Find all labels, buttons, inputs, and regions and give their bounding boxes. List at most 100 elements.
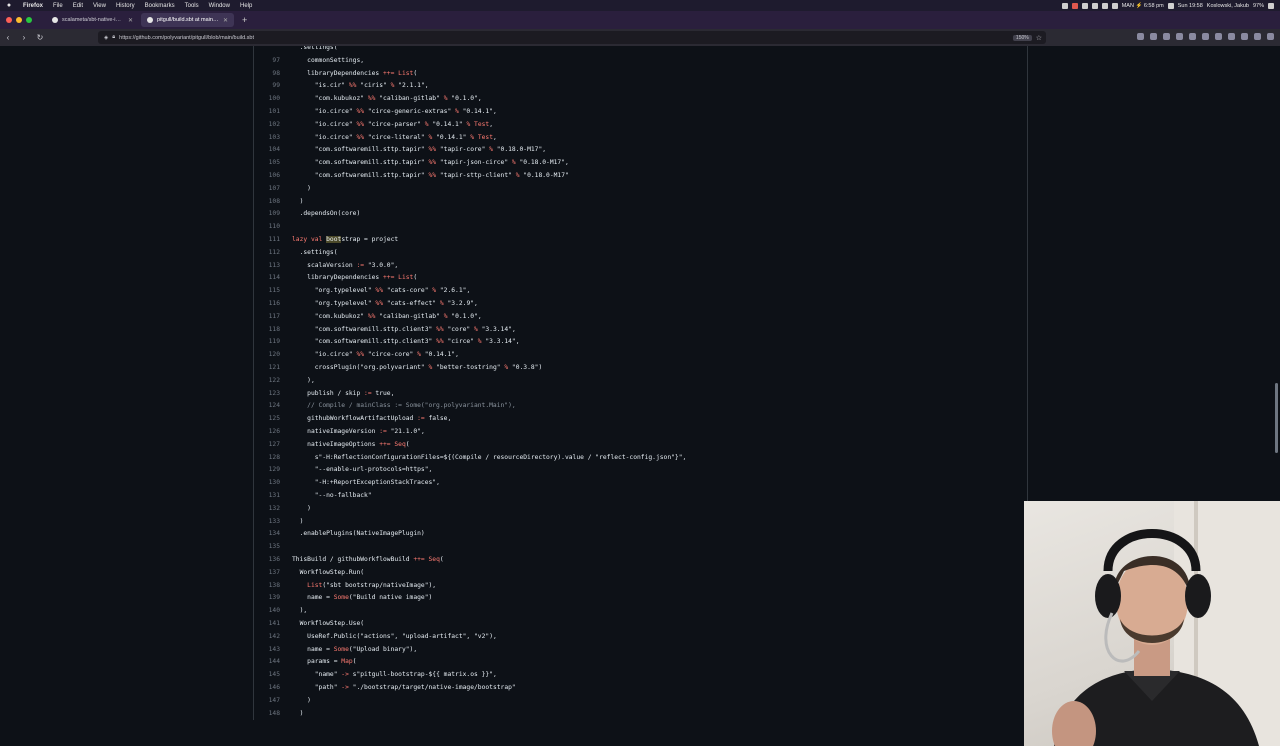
line-number[interactable]: 139 — [254, 592, 280, 605]
line-number[interactable]: 117 — [254, 311, 280, 324]
line-number[interactable]: 148 — [254, 708, 280, 720]
line-number[interactable]: 100 — [254, 93, 280, 106]
extension-icon[interactable] — [1163, 33, 1170, 40]
clock[interactable]: Sun 19:58 — [1178, 3, 1203, 9]
pocket-icon[interactable] — [1137, 33, 1144, 40]
bookmark-star-icon[interactable]: ☆ — [1036, 34, 1042, 42]
extension-icon[interactable] — [1228, 33, 1235, 40]
extension-icon[interactable] — [1215, 33, 1222, 40]
line-number[interactable]: 120 — [254, 349, 280, 362]
menu-window[interactable]: Window — [204, 3, 235, 9]
line-number[interactable]: 128 — [254, 452, 280, 465]
apple-icon[interactable]: ● — [0, 2, 18, 9]
line-number[interactable]: 101 — [254, 106, 280, 119]
menu-file[interactable]: File — [48, 3, 68, 9]
camera-status-icon[interactable] — [1061, 2, 1068, 9]
line-number[interactable]: 107 — [254, 183, 280, 196]
extension-icon[interactable] — [1189, 33, 1196, 40]
url-text[interactable]: https://github.com/polyvariant/pitgull/b… — [119, 35, 254, 41]
extension-icon[interactable] — [1254, 33, 1261, 40]
line-number[interactable]: 106 — [254, 170, 280, 183]
volume-status-icon[interactable] — [1101, 2, 1108, 9]
user-name[interactable]: Koslowski, Jakub — [1207, 3, 1249, 9]
line-number[interactable]: 121 — [254, 362, 280, 375]
line-number[interactable]: 118 — [254, 324, 280, 337]
line-number[interactable] — [254, 46, 280, 55]
line-number[interactable]: 138 — [254, 580, 280, 593]
cloud-status-icon[interactable] — [1081, 2, 1088, 9]
line-number[interactable]: 147 — [254, 695, 280, 708]
back-button[interactable]: ‹ — [0, 33, 16, 42]
line-number[interactable]: 103 — [254, 132, 280, 145]
line-number[interactable]: 111 — [254, 234, 280, 247]
page-scrollbar[interactable] — [1275, 383, 1278, 453]
line-number[interactable]: 146 — [254, 682, 280, 695]
line-number[interactable]: 114 — [254, 272, 280, 285]
menu-icon[interactable] — [1267, 33, 1274, 40]
menu-tools[interactable]: Tools — [180, 3, 204, 9]
menu-app[interactable]: Firefox — [18, 3, 48, 9]
line-number[interactable]: 124 — [254, 400, 280, 413]
minimize-window-icon[interactable] — [16, 17, 22, 23]
line-number[interactable]: 108 — [254, 196, 280, 209]
line-number[interactable]: 102 — [254, 119, 280, 132]
line-number[interactable]: 116 — [254, 298, 280, 311]
status-language[interactable]: MAN ⚡ 6:58 pm — [1122, 3, 1164, 9]
extension-icon[interactable] — [1176, 33, 1183, 40]
close-tab-icon[interactable]: ✕ — [223, 17, 228, 24]
line-number[interactable]: 105 — [254, 157, 280, 170]
close-tab-icon[interactable]: ✕ — [128, 17, 133, 24]
menu-edit[interactable]: Edit — [68, 3, 88, 9]
extension-icon[interactable] — [1241, 33, 1248, 40]
line-number[interactable]: 104 — [254, 144, 280, 157]
search-icon[interactable] — [1268, 2, 1274, 9]
line-number[interactable]: 133 — [254, 516, 280, 529]
line-number[interactable]: 136 — [254, 554, 280, 567]
line-number[interactable]: 134 — [254, 528, 280, 541]
line-number[interactable]: 99 — [254, 80, 280, 93]
bluetooth-status-icon[interactable] — [1091, 2, 1098, 9]
line-number[interactable]: 122 — [254, 375, 280, 388]
tab-pitgull-build[interactable]: pitgull/build.sbt at main · polyv... ✕ — [141, 13, 234, 27]
shield-icon[interactable]: ◈ — [104, 35, 108, 41]
record-status-icon[interactable] — [1071, 2, 1078, 9]
line-number[interactable]: 142 — [254, 631, 280, 644]
line-number[interactable]: 110 — [254, 221, 280, 234]
line-number[interactable]: 126 — [254, 426, 280, 439]
line-number[interactable]: 144 — [254, 656, 280, 669]
line-number[interactable]: 119 — [254, 336, 280, 349]
line-number[interactable]: 129 — [254, 464, 280, 477]
new-tab-button[interactable]: + — [236, 15, 253, 25]
tab-sbt-native-image[interactable]: scalameta/sbt-native-image: P... ✕ — [46, 13, 139, 27]
lock-icon[interactable]: 🔒︎ — [112, 34, 115, 41]
line-number[interactable]: 131 — [254, 490, 280, 503]
line-number[interactable]: 132 — [254, 503, 280, 516]
menu-view[interactable]: View — [88, 3, 111, 9]
line-number[interactable]: 115 — [254, 285, 280, 298]
control-center-icon[interactable] — [1167, 2, 1174, 9]
battery-percent[interactable]: 97% — [1253, 3, 1264, 9]
reload-button[interactable]: ↻ — [32, 33, 48, 42]
menu-history[interactable]: History — [111, 3, 140, 9]
line-number[interactable]: 135 — [254, 541, 280, 554]
forward-button[interactable]: › — [16, 33, 32, 42]
line-number[interactable]: 113 — [254, 260, 280, 273]
line-number[interactable]: 97 — [254, 55, 280, 68]
line-number[interactable]: 127 — [254, 439, 280, 452]
menu-bookmarks[interactable]: Bookmarks — [140, 3, 180, 9]
line-number[interactable]: 125 — [254, 413, 280, 426]
line-number[interactable]: 130 — [254, 477, 280, 490]
line-number[interactable]: 98 — [254, 68, 280, 81]
line-number[interactable]: 141 — [254, 618, 280, 631]
line-number[interactable]: 112 — [254, 247, 280, 260]
zoom-level[interactable]: 150% — [1012, 34, 1032, 41]
line-number[interactable]: 123 — [254, 388, 280, 401]
url-bar[interactable]: ◈ 🔒︎ https://github.com/polyvariant/pitg… — [98, 31, 1046, 44]
line-number[interactable]: 140 — [254, 605, 280, 618]
zoom-window-icon[interactable] — [26, 17, 32, 23]
line-number[interactable]: 143 — [254, 644, 280, 657]
reader-icon[interactable] — [1150, 33, 1157, 40]
wifi-status-icon[interactable] — [1111, 2, 1118, 9]
line-number[interactable]: 109 — [254, 208, 280, 221]
extension-icon[interactable] — [1202, 33, 1209, 40]
